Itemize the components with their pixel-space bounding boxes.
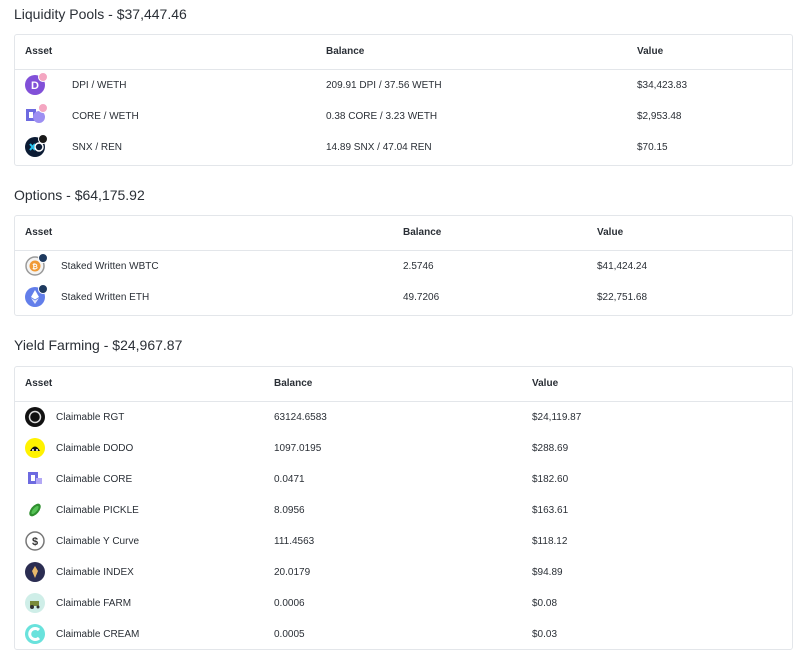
asset-value: $24,119.87 — [532, 412, 582, 423]
pickle-icon — [25, 500, 45, 520]
table-row[interactable]: Claimable FARM 0.0006 $0.08 — [15, 588, 792, 619]
asset-column-header: Asset — [25, 46, 53, 57]
index-icon — [25, 562, 45, 582]
snx-ren-icon — [25, 134, 48, 157]
asset-balance: 0.0005 — [274, 629, 305, 640]
table-row[interactable]: D DPI / WETH 209.91 DPI / 37.56 WETH $34… — [15, 70, 792, 101]
asset-column-header: Asset — [25, 378, 53, 389]
asset-value: $94.89 — [532, 567, 563, 578]
asset-value: $118.12 — [532, 536, 568, 547]
table-row[interactable]: Claimable DODO 1097.0195 $288.69 — [15, 433, 792, 464]
asset-value: $22,751.68 — [597, 292, 648, 303]
core-icon — [25, 469, 45, 489]
table-row[interactable]: CORE / WETH 0.38 CORE / 3.23 WETH $2,953… — [15, 101, 792, 132]
asset-name: Staked Written WBTC — [61, 261, 159, 272]
asset-name: Claimable INDEX — [56, 567, 134, 578]
asset-balance: 20.0179 — [274, 567, 311, 578]
table-row[interactable]: ₿ Staked Written WBTC 2.5746 $41,424.24 — [15, 251, 792, 282]
rgt-icon — [25, 407, 45, 427]
yield-farming-title: Yield Farming - $24,967.87 — [14, 337, 183, 353]
asset-name: Claimable CREAM — [56, 629, 140, 640]
asset-name: Staked Written ETH — [61, 292, 150, 303]
options-title: Options - $64,175.92 — [14, 187, 145, 203]
options-table: Asset Balance Value ₿ Staked Written WBT… — [14, 215, 793, 316]
asset-name: Claimable CORE — [56, 474, 133, 485]
asset-name: CORE / WETH — [72, 111, 139, 122]
dpi-weth-icon: D — [25, 72, 48, 95]
liquidity-pools-title: Liquidity Pools - $37,447.46 — [14, 6, 187, 22]
asset-balance: 0.0006 — [274, 598, 305, 609]
asset-value: $0.03 — [532, 629, 558, 640]
liquidity-pools-table: Asset Balance Value D DPI / WETH 209.91 … — [14, 34, 793, 166]
asset-name: DPI / WETH — [72, 80, 127, 91]
asset-value: $182.60 — [532, 474, 569, 485]
farm-icon — [25, 593, 45, 613]
asset-value: $41,424.24 — [597, 261, 648, 272]
table-row[interactable]: Claimable PICKLE 8.0956 $163.61 — [15, 495, 792, 526]
dodo-icon — [25, 438, 45, 458]
asset-balance: 63124.6583 — [274, 412, 327, 423]
svg-text:$: $ — [32, 536, 38, 548]
table-row[interactable]: Claimable CREAM 0.0005 $0.03 — [15, 619, 792, 650]
cream-icon — [25, 624, 45, 644]
asset-value: $70.15 — [637, 142, 668, 153]
asset-name: Claimable FARM — [56, 598, 132, 609]
y-curve-icon: $ — [25, 531, 45, 551]
asset-value: $2,953.48 — [637, 111, 682, 122]
eth-icon — [25, 284, 48, 307]
asset-name: Claimable DODO — [56, 443, 134, 454]
asset-value: $288.69 — [532, 443, 569, 454]
asset-value: $0.08 — [532, 598, 558, 609]
value-column-header: Value — [597, 227, 624, 238]
balance-column-header: Balance — [403, 227, 442, 238]
table-row[interactable]: Staked Written ETH 49.7206 $22,751.68 — [15, 282, 792, 313]
asset-balance: 49.7206 — [403, 292, 440, 303]
asset-balance: 111.4563 — [274, 536, 315, 547]
asset-name: Claimable RGT — [56, 412, 125, 423]
asset-name: Claimable PICKLE — [56, 505, 139, 516]
asset-balance: 2.5746 — [403, 261, 434, 272]
table-header: Asset Balance Value — [15, 367, 792, 402]
asset-name: Claimable Y Curve — [56, 536, 140, 547]
table-header: Asset Balance Value — [15, 216, 792, 251]
balance-column-header: Balance — [326, 46, 365, 57]
svg-text:D: D — [31, 80, 39, 92]
asset-name: SNX / REN — [72, 142, 123, 153]
table-row[interactable]: Claimable INDEX 20.0179 $94.89 — [15, 557, 792, 588]
svg-text:₿: ₿ — [32, 263, 38, 271]
core-weth-icon — [25, 103, 48, 126]
asset-balance: 209.91 DPI / 37.56 WETH — [326, 80, 442, 91]
asset-balance: 1097.0195 — [274, 443, 322, 454]
asset-value: $34,423.83 — [637, 80, 688, 91]
table-row[interactable]: Claimable RGT 63124.6583 $24,119.87 — [15, 402, 792, 433]
balance-column-header: Balance — [274, 378, 313, 389]
value-column-header: Value — [637, 46, 664, 57]
asset-balance: 0.38 CORE / 3.23 WETH — [326, 111, 438, 122]
asset-balance: 8.0956 — [274, 505, 305, 516]
value-column-header: Value — [532, 378, 559, 389]
asset-column-header: Asset — [25, 227, 53, 238]
yield-farming-table: Asset Balance Value Claimable RGT 63124.… — [14, 366, 793, 650]
table-row[interactable]: $ Claimable Y Curve 111.4563 $118.12 — [15, 526, 792, 557]
wbtc-icon: ₿ — [25, 253, 48, 276]
table-row[interactable]: SNX / REN 14.89 SNX / 47.04 REN $70.15 — [15, 132, 792, 163]
table-header: Asset Balance Value — [15, 35, 792, 70]
asset-balance: 14.89 SNX / 47.04 REN — [326, 142, 432, 153]
table-row[interactable]: Claimable CORE 0.0471 $182.60 — [15, 464, 792, 495]
asset-balance: 0.0471 — [274, 474, 305, 485]
asset-value: $163.61 — [532, 505, 569, 516]
